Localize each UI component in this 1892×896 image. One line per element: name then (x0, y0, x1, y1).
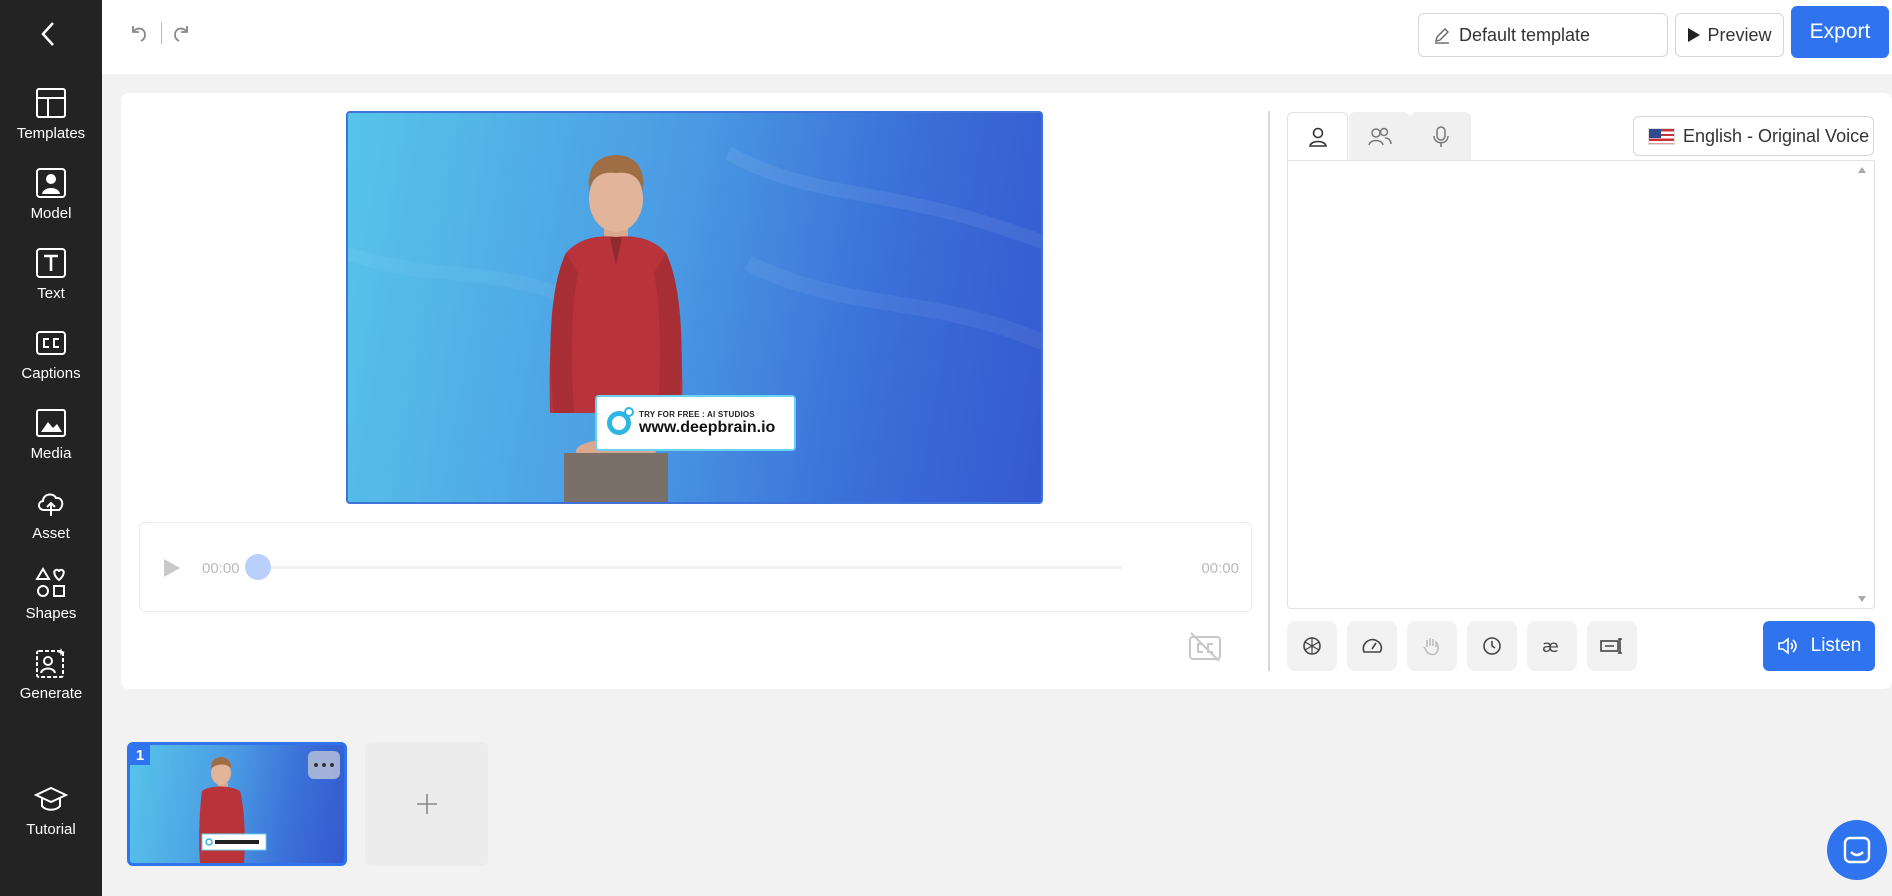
gesture-button[interactable] (1407, 621, 1457, 671)
generate-icon (36, 648, 65, 678)
tab-single-speaker[interactable] (1287, 112, 1348, 161)
script-text-area[interactable] (1287, 160, 1875, 609)
people-icon (1367, 127, 1392, 145)
sidebar-item-label: Media (30, 445, 72, 462)
banner-url: www.deepbrain.io (639, 418, 776, 436)
back-arrow-icon[interactable] (32, 18, 64, 50)
scene-thumbnail[interactable]: 1 (127, 742, 347, 866)
undo-redo-divider (161, 22, 162, 44)
timeline-track[interactable] (252, 566, 1122, 569)
tab-voice-record[interactable] (1410, 112, 1471, 161)
sidebar-item-label: Text (37, 285, 65, 302)
language-label: English - Original Voice (1683, 125, 1870, 146)
support-chat-button[interactable] (1827, 820, 1887, 880)
sidebar-item-label: Shapes (25, 605, 77, 622)
pencil-icon (1435, 28, 1449, 44)
speaker-icon (1777, 637, 1797, 655)
sidebar-item-generate[interactable]: Generate (0, 646, 102, 718)
scene-number: 1 (130, 745, 150, 765)
preview-button[interactable]: Preview (1675, 13, 1784, 57)
scroll-up-arrow[interactable] (1858, 167, 1866, 173)
sidebar-item-asset[interactable]: Asset (0, 486, 102, 558)
listen-button[interactable]: Listen (1763, 621, 1875, 671)
time-total: 00:00 (1201, 560, 1239, 577)
sidebar-item-captions[interactable]: Captions (0, 326, 102, 398)
pause-timing-button[interactable] (1467, 621, 1517, 671)
preview-label: Preview (1707, 24, 1772, 45)
template-label: Default template (1459, 24, 1591, 45)
shapes-icon (35, 567, 65, 597)
template-button[interactable]: Default template (1418, 13, 1668, 57)
tab-multi-speaker[interactable] (1349, 112, 1410, 161)
text-replace-button[interactable] (1587, 621, 1637, 671)
watermark-banner: TRY FOR FREE : AI STUDIOS www.deepbrain.… (595, 395, 796, 451)
graduation-cap-icon (34, 786, 68, 811)
scroll-down-arrow[interactable] (1858, 596, 1866, 602)
ae-ligature-icon: æ (1542, 637, 1559, 656)
ai-assist-button[interactable] (1287, 621, 1337, 671)
play-icon (1688, 28, 1701, 42)
speedometer-icon (1362, 638, 1383, 653)
upload-cloud-icon (38, 493, 64, 516)
sidebar-item-shapes[interactable]: Shapes (0, 566, 102, 638)
sidebar-item-label: Model (30, 205, 72, 222)
captions-icon (36, 331, 66, 355)
listen-label: Listen (1810, 635, 1862, 656)
video-canvas[interactable]: TRY FOR FREE : AI STUDIOS www.deepbrain.… (346, 111, 1043, 504)
chat-icon (1843, 836, 1871, 864)
play-icon[interactable] (162, 557, 182, 579)
more-options-icon[interactable] (308, 751, 340, 779)
model-icon (36, 168, 66, 198)
player-controls: 00:00 00:00 (139, 522, 1252, 612)
time-current: 00:00 (202, 560, 240, 577)
sidebar-item-label: Tutorial (26, 821, 76, 838)
media-icon (36, 409, 66, 437)
microphone-icon (1432, 125, 1449, 147)
undo-icon[interactable] (128, 22, 150, 44)
sidebar-item-label: Generate (19, 685, 83, 702)
banner-tagline: TRY FOR FREE : AI STUDIOS (639, 409, 755, 419)
speed-button[interactable] (1347, 621, 1397, 671)
captions-off-icon[interactable] (1187, 631, 1223, 663)
language-voice-select[interactable]: English - Original Voice (1633, 116, 1874, 156)
us-flag-icon (1648, 127, 1675, 145)
sidebar-item-label: Templates (16, 125, 86, 142)
svg-text:æ: æ (1542, 637, 1559, 656)
hand-wave-icon (1423, 638, 1439, 656)
sidebar-item-text[interactable]: Text (0, 246, 102, 318)
panel-divider (1268, 111, 1270, 671)
sidebar-item-media[interactable]: Media (0, 406, 102, 478)
sidebar-item-label: Captions (21, 365, 81, 382)
redo-icon[interactable] (170, 22, 192, 44)
text-cursor-box-icon (1600, 638, 1622, 654)
sidebar-item-label: Asset (32, 525, 70, 542)
left-sidebar: Templates Model Text Captions Media Asse… (0, 0, 102, 896)
add-scene-button[interactable] (365, 742, 488, 866)
sidebar-item-model[interactable]: Model (0, 166, 102, 238)
timeline-handle[interactable] (245, 554, 271, 580)
pronunciation-button[interactable]: æ (1527, 621, 1577, 671)
person-icon (1308, 127, 1327, 147)
deepbrain-logo-icon (607, 407, 634, 435)
text-icon (36, 248, 66, 278)
openai-icon (1303, 637, 1321, 655)
templates-icon (36, 88, 66, 118)
sidebar-item-tutorial[interactable]: Tutorial (0, 782, 102, 854)
sidebar-item-templates[interactable]: Templates (0, 86, 102, 158)
export-button[interactable]: Export (1791, 6, 1889, 58)
plus-icon (416, 794, 437, 814)
clock-icon (1483, 637, 1501, 655)
